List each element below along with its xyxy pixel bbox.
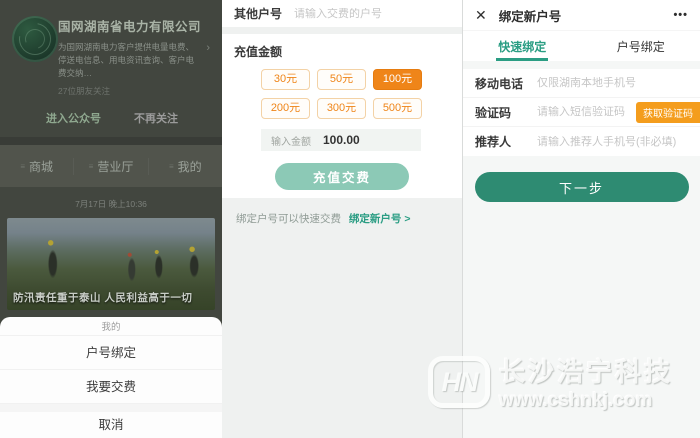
other-account-label: 其他户号 [234,5,282,22]
amount-option[interactable]: 100元 [373,69,422,90]
amount-options-grid: 30元 50元 100元 200元 300元 500元 [261,69,422,119]
recharge-panel: 其他户号 充值金额 30元 50元 100元 200元 300元 500元 输入… [222,0,462,438]
bind-hint-text: 绑定户号可以快速交费 [236,213,341,225]
referrer-label: 推荐人 [475,133,537,150]
action-sheet-cancel-button[interactable]: 取消 [0,412,222,438]
close-icon[interactable]: ✕ [475,7,487,24]
menu-item-label: 我的 [178,158,202,175]
account-number-input[interactable] [294,8,450,20]
action-sheet-item-bind-account[interactable]: 户号绑定 [0,336,222,370]
page-title: 绑定新户号 [499,6,562,25]
mobile-phone-input[interactable] [537,77,700,89]
next-step-button[interactable]: 下一步 [475,172,689,202]
referrer-input[interactable] [537,136,700,148]
enter-account-button[interactable]: 进入公众号 [46,110,101,126]
action-sheet: 我的 户号绑定 我要交费 取消 [0,317,222,438]
verification-code-label: 验证码 [475,104,537,121]
menu-icon: ≡ [89,162,94,171]
verification-code-input[interactable] [537,106,636,118]
amount-option[interactable]: 50元 [317,69,366,90]
menu-item-shop[interactable]: ≡ 商城 [0,158,73,175]
divider [463,61,700,69]
recharge-amount-section: 充值金额 30元 50元 100元 200元 300元 500元 输入金额 充值… [222,34,462,198]
amount-input-row: 输入金额 [261,129,421,151]
followers-count: 27位朋友关注 [58,85,208,97]
verification-code-row: 验证码 获取验证码 [463,98,700,127]
account-menu-bar: ≡ 商城 ≡ 营业厅 ≡ 我的 [0,145,222,187]
account-header: 国网湖南省电力有限公司 为国网湖南电力客户提供电量电费、停送电信息、用电资讯查询… [0,0,222,97]
recharge-pay-button[interactable]: 充值交费 [275,163,409,190]
amount-value-input[interactable] [323,133,421,147]
tab-account-bind[interactable]: 户号绑定 [582,31,700,61]
referrer-row: 推荐人 [463,127,700,156]
amount-option[interactable]: 300元 [317,98,366,119]
action-sheet-title: 我的 [0,317,222,336]
menu-item-label: 营业厅 [97,158,133,175]
bind-tabs: 快速绑定 户号绑定 [463,30,700,61]
menu-item-mine[interactable]: ≡ 我的 [148,158,222,175]
menu-item-label: 商城 [29,158,53,175]
account-name: 国网湖南省电力有限公司 [58,16,208,35]
account-info: 国网湖南省电力有限公司 为国网湖南电力客户提供电量电费、停送电信息、用电资讯查询… [58,16,212,97]
mobile-phone-row: 移动电话 [463,69,700,98]
bind-hint-row: 绑定户号可以快速交费 绑定新户号 > [222,198,462,226]
mobile-phone-label: 移动电话 [475,75,537,92]
screenshot-stage: 国网湖南省电力有限公司 为国网湖南电力客户提供电量电费、停送电信息、用电资讯查询… [0,0,700,438]
message-timestamp: 7月17日 晚上10:36 [0,198,222,210]
account-description: 为国网湖南电力客户提供电量电费、停送电信息、用电资讯查询、客户电费交纳… [58,41,196,79]
action-sheet-item-pay[interactable]: 我要交费 [0,370,222,404]
recharge-amount-title: 充值金额 [234,43,462,60]
menu-item-business-hall[interactable]: ≡ 营业厅 [73,158,147,175]
profile-actions: 进入公众号 不再关注 [0,97,222,137]
get-code-button[interactable]: 获取验证码 [636,102,700,123]
article-cover-photo[interactable]: 防汛责任重于泰山 人民利益高于一切 [7,218,215,310]
menu-icon: ≡ [169,162,174,171]
amount-option[interactable]: 500元 [373,98,422,119]
chevron-right-icon[interactable]: › [206,42,210,54]
divider [0,404,222,412]
bind-new-account-link[interactable]: 绑定新户号 > [349,213,411,225]
tab-quick-bind[interactable]: 快速绑定 [463,31,582,61]
amount-option[interactable]: 200元 [261,98,310,119]
page-header: ✕ 绑定新户号 ••• [463,0,700,30]
unfollow-button[interactable]: 不再关注 [134,110,178,126]
menu-icon: ≡ [20,162,25,171]
article-cover-caption: 防汛责任重于泰山 人民利益高于一切 [13,290,192,305]
more-menu-icon[interactable]: ••• [673,9,688,21]
bind-form: 移动电话 验证码 获取验证码 推荐人 [463,69,700,156]
amount-option[interactable]: 30元 [261,69,310,90]
divider [222,27,462,34]
amount-input-label: 输入金额 [271,133,311,148]
divider [0,137,222,145]
profile-panel: 国网湖南省电力有限公司 为国网湖南电力客户提供电量电费、停送电信息、用电资讯查询… [0,0,222,438]
other-account-row: 其他户号 [222,0,462,27]
account-logo-globe-icon [12,16,58,62]
bind-new-account-panel: ✕ 绑定新户号 ••• 快速绑定 户号绑定 移动电话 验证码 获取验证码 推荐人 [462,0,700,438]
